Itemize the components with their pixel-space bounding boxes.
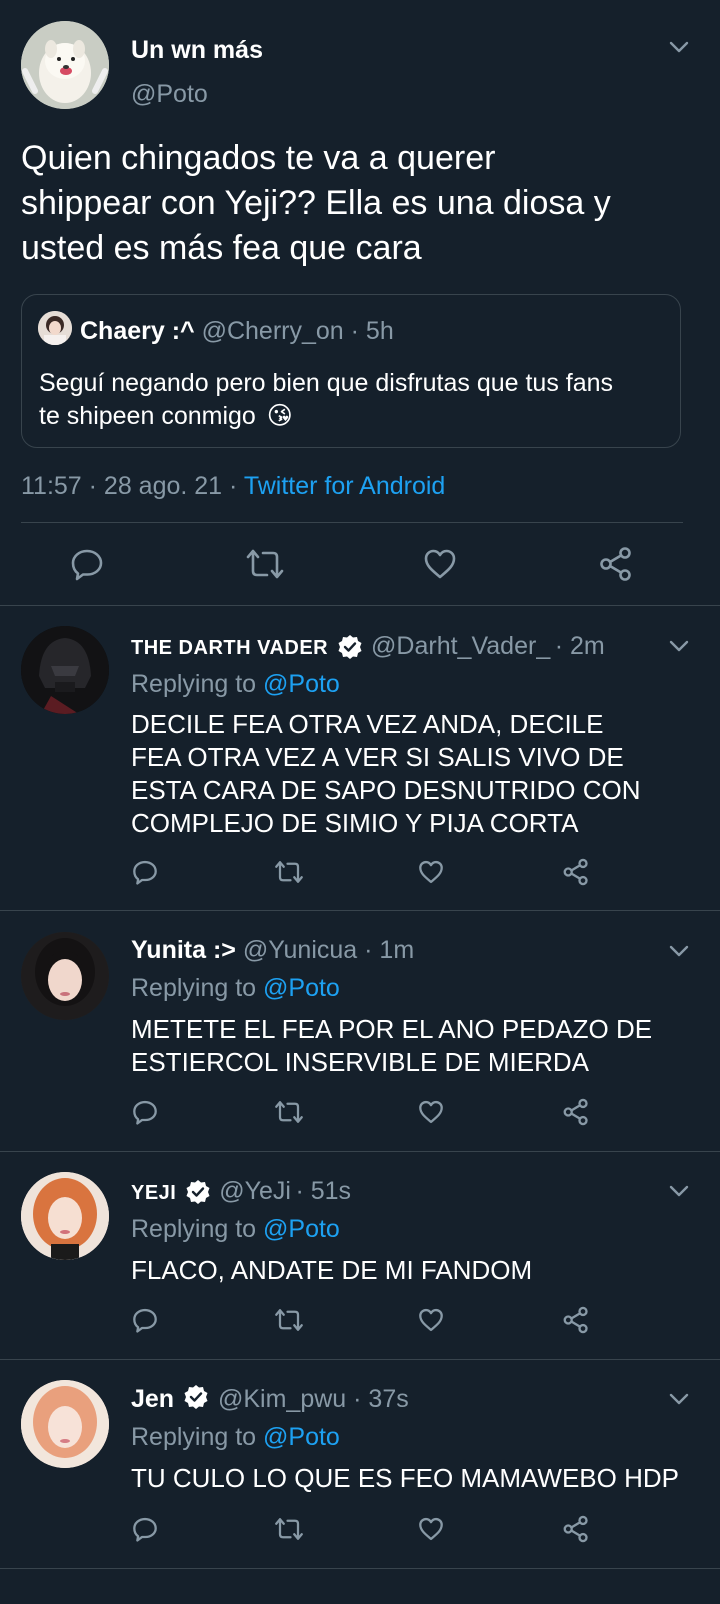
reply-display-name[interactable]: THE DARTH VADER [131, 637, 328, 659]
reply-header: YEJI @YeJi · 51s [131, 1177, 351, 1206]
quoted-text-line: Seguí negando pero bien que disfrutas qu… [39, 369, 614, 397]
verified-badge-icon [338, 634, 362, 659]
share-icon[interactable] [562, 858, 590, 886]
reply-text-line: ESTIERCOL INSERVIBLE DE MIERDA [131, 1047, 590, 1077]
chevron-down-icon[interactable] [666, 1178, 692, 1204]
quoted-text-line: te shipeen conmigo 😘 [39, 400, 669, 433]
reply-text-line: METETE EL FEA POR EL ANO PEDAZO DE [131, 1014, 653, 1044]
reply-icon[interactable] [70, 547, 104, 581]
share-icon[interactable] [562, 1515, 590, 1543]
reply-header: Jen @Kim_pwu · 37s [131, 1385, 409, 1414]
quoted-text: Seguí negando pero bien que disfrutas qu… [39, 367, 669, 433]
tweet-text-line: Quien chingados te va a querer [21, 139, 496, 177]
reply-icon[interactable] [132, 1516, 158, 1542]
reply-handle[interactable]: @YeJi [219, 1177, 291, 1205]
chevron-down-icon[interactable] [666, 34, 692, 60]
replying-to-label: Replying to [131, 670, 257, 698]
like-icon[interactable] [418, 1516, 444, 1542]
reply-author-avatar[interactable] [21, 1172, 109, 1260]
retweet-icon[interactable] [274, 1099, 304, 1125]
reply-handle[interactable]: @Kim_pwu [218, 1385, 346, 1413]
retweet-icon[interactable] [274, 859, 304, 885]
reply-time: · 51s [295, 1177, 352, 1205]
main-tweet-text: Quien chingados te va a querer shippear … [21, 136, 701, 271]
replying-to: Replying to @Poto [131, 974, 340, 1003]
reply-time: · 2m [554, 632, 605, 660]
quoted-display-name: Chaery :^ [80, 317, 195, 345]
tweet-text-line: usted es más fea que cara [21, 229, 422, 267]
reply-icon[interactable] [132, 1099, 158, 1125]
replying-to-handle[interactable]: @Poto [263, 1215, 340, 1243]
replying-to: Replying to @Poto [131, 670, 340, 699]
replying-to-handle[interactable]: @Poto [263, 974, 340, 1002]
divider [0, 1359, 720, 1360]
like-icon[interactable] [423, 547, 457, 581]
reply-icon[interactable] [132, 859, 158, 885]
chevron-down-icon[interactable] [666, 633, 692, 659]
reply-text: DECILE FEA OTRA VEZ ANDA, DECILE FEA OTR… [131, 708, 691, 840]
reply-text-line: FEA OTRA VEZ A VER SI SALIS VIVO DE [131, 742, 624, 772]
reply-text: METETE EL FEA POR EL ANO PEDAZO DE ESTIE… [131, 1013, 691, 1079]
quoted-tweet-card[interactable]: Chaery :^ @Cherry_on · 5h Seguí negando … [21, 294, 681, 448]
divider [0, 1568, 720, 1569]
reply-text-line: DECILE FEA OTRA VEZ ANDA, DECILE [131, 709, 604, 739]
quoted-header: Chaery :^ @Cherry_on · 5h [80, 317, 394, 346]
replying-to-handle[interactable]: @Poto [263, 1423, 340, 1451]
divider [0, 605, 720, 606]
like-icon[interactable] [418, 1099, 444, 1125]
chevron-down-icon[interactable] [666, 1386, 692, 1412]
replying-to-label: Replying to [131, 974, 257, 1002]
reply-display-name[interactable]: Jen [131, 1385, 174, 1413]
reply-text: FLACO, ANDATE DE MI FANDOM [131, 1254, 691, 1287]
replying-to-label: Replying to [131, 1423, 257, 1451]
tweet-text-line: shippear con Yeji?? Ella es una diosa y [21, 184, 611, 222]
share-icon[interactable] [562, 1306, 590, 1334]
reply-author-avatar[interactable] [21, 1380, 109, 1468]
replying-to: Replying to @Poto [131, 1423, 340, 1452]
reply-header: THE DARTH VADER @Darht_Vader_ · 2m [131, 632, 605, 661]
like-icon[interactable] [418, 859, 444, 885]
reply-text-line: ESTA CARA DE SAPO DESNUTRIDO CON [131, 775, 641, 805]
tweet-timestamp: 11:57 · 28 ago. 21 · [21, 472, 238, 500]
quoted-text-segment: te shipeen conmigo [39, 402, 256, 430]
retweet-icon[interactable] [274, 1307, 304, 1333]
main-handle[interactable]: @Poto [131, 80, 208, 109]
quoted-handle: @Cherry_on [201, 317, 344, 345]
reply-time: · 37s [353, 1385, 409, 1413]
divider [0, 1151, 720, 1152]
reply-author-avatar[interactable] [21, 626, 109, 714]
share-icon[interactable] [562, 1098, 590, 1126]
reply-text: TU CULO LO QUE ES FEO MAMAWEBO HDP [131, 1462, 711, 1495]
replying-to-handle[interactable]: @Poto [263, 670, 340, 698]
tweet-meta: 11:57 · 28 ago. 21 · Twitter for Android [21, 472, 445, 501]
reply-handle[interactable]: @Darht_Vader_ [371, 632, 550, 660]
reply-display-name[interactable]: Yunita :> [131, 936, 236, 964]
reply-handle[interactable]: @Yunicua [243, 936, 357, 964]
reply-display-name[interactable]: YEJI [131, 1182, 176, 1204]
tweet-source-link[interactable]: Twitter for Android [244, 472, 445, 500]
main-display-name[interactable]: Un wn más [131, 36, 263, 65]
quoted-author-avatar [38, 311, 72, 345]
main-author-avatar[interactable] [21, 21, 109, 109]
reply-header: Yunita :> @Yunicua · 1m [131, 936, 414, 965]
like-icon[interactable] [418, 1307, 444, 1333]
share-icon[interactable] [598, 546, 634, 582]
reply-text-line: FLACO, ANDATE DE MI FANDOM [131, 1255, 533, 1285]
retweet-icon[interactable] [245, 547, 285, 581]
chevron-down-icon[interactable] [666, 938, 692, 964]
divider [0, 910, 720, 911]
reply-text-line: TU CULO LO QUE ES FEO MAMAWEBO HDP [131, 1463, 679, 1493]
reply-author-avatar[interactable] [21, 932, 109, 1020]
reply-time: · 1m [364, 936, 415, 964]
verified-badge-icon [186, 1179, 210, 1204]
retweet-icon[interactable] [274, 1516, 304, 1542]
replying-to: Replying to @Poto [131, 1215, 340, 1244]
divider [21, 522, 683, 523]
reply-text-line: COMPLEJO DE SIMIO Y PIJA CORTA [131, 808, 579, 838]
reply-icon[interactable] [132, 1307, 158, 1333]
replying-to-label: Replying to [131, 1215, 257, 1243]
verified-badge-icon [184, 1385, 208, 1410]
kiss-emoji-icon: 😘 [266, 402, 293, 430]
quoted-time: · 5h [350, 317, 394, 345]
